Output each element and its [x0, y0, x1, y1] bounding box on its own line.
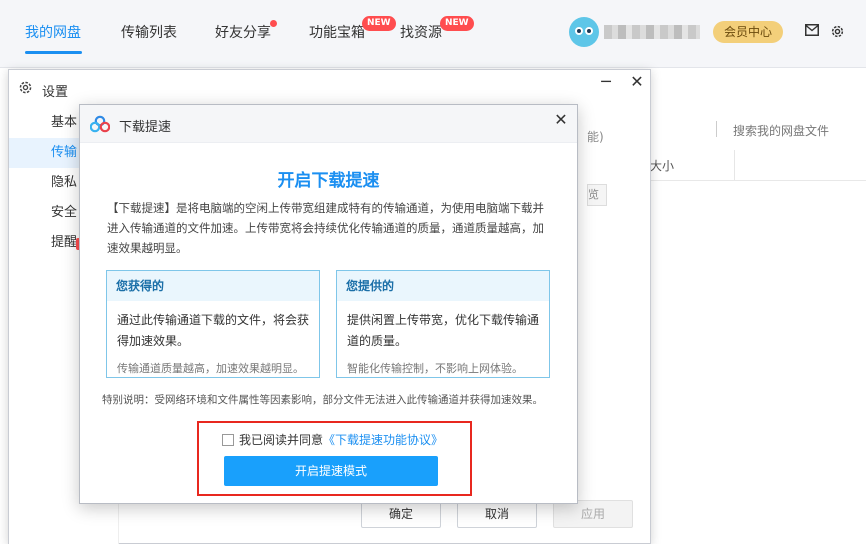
minimize-button[interactable]: ─ — [594, 72, 618, 92]
apply-button[interactable]: 应用 — [553, 500, 633, 528]
settings-icon[interactable] — [829, 24, 845, 40]
download-accelerate-dialog: 下载提速 ✕ 开启下载提速 【下载提速】是将电脑端的空闲上传带宽组建成特有的传输… — [79, 104, 578, 504]
dialog-header: 下载提速 ✕ — [80, 105, 577, 143]
agree-label: 我已阅读并同意 — [239, 433, 324, 447]
avatar[interactable] — [569, 17, 599, 47]
card-body: 提供闲置上传带宽，优化下载传输通道的质量。 — [347, 313, 540, 348]
tab-friend-share[interactable]: 好友分享 — [215, 22, 271, 42]
close-button[interactable]: ✕ — [625, 72, 649, 92]
settings-title: 设置 — [42, 85, 69, 100]
contribution-card: 您提供的 提供闲置上传带宽，优化下载传输通道的质量。 智能化传输控制，不影响上网… — [336, 270, 550, 378]
tab-find-resources[interactable]: 找资源 — [400, 22, 442, 42]
settings-header: 设置 ─ ✕ — [9, 70, 650, 106]
close-icon[interactable]: ✕ — [550, 109, 572, 131]
gear-icon — [18, 80, 34, 96]
username-blurred — [604, 25, 700, 39]
notification-dot — [270, 20, 277, 27]
search-input[interactable]: 搜索我的网盘文件 — [733, 122, 829, 139]
dialog-heading: 开启下载提速 — [277, 171, 380, 191]
card-note: 传输通道质量越高，加速效果越明显。 — [117, 362, 304, 375]
agree-checkbox[interactable] — [222, 433, 234, 446]
card-title: 您获得的 — [107, 271, 319, 301]
divider — [650, 180, 866, 181]
top-navigation-bar: 我的网盘 传输列表 好友分享 功能宝箱 NEW 找资源 NEW 会员中心 — [0, 0, 866, 68]
divider — [716, 121, 717, 137]
partial-option-text: 能) — [587, 130, 604, 144]
tab-my-drive[interactable]: 我的网盘 — [25, 22, 81, 42]
tab-feature-box[interactable]: 功能宝箱 — [309, 22, 365, 42]
ok-button[interactable]: 确定 — [361, 500, 441, 528]
dialog-title: 下载提速 — [119, 120, 172, 135]
divider — [734, 150, 735, 180]
vip-center-button[interactable]: 会员中心 — [713, 21, 783, 43]
cancel-button[interactable]: 取消 — [457, 500, 537, 528]
card-note: 智能化传输控制，不影响上网体验。 — [347, 362, 523, 375]
card-title: 您提供的 — [337, 271, 549, 301]
tab-transfer-list[interactable]: 传输列表 — [121, 22, 177, 42]
card-body: 通过此传输通道下载的文件，将会获得加速效果。 — [117, 313, 310, 348]
size-column-header[interactable]: 大小 — [650, 157, 674, 174]
agreement-link[interactable]: 《下载提速功能协议》 — [323, 433, 443, 447]
enable-accelerate-button[interactable]: 开启提速模式 — [224, 456, 438, 486]
new-badge: NEW — [440, 16, 474, 31]
new-badge: NEW — [362, 16, 396, 31]
active-tab-underline — [25, 51, 82, 54]
mail-icon[interactable] — [804, 24, 820, 40]
benefit-card: 您获得的 通过此传输通道下载的文件，将会获得加速效果。 传输通道质量越高，加速效… — [106, 270, 320, 378]
special-note: 特别说明：受网络环境和文件属性等因素影响，部分文件无法进入此传输通道并获得加速效… — [102, 394, 543, 406]
agreement-row: 我已阅读并同意《下载提速功能协议》 — [222, 431, 443, 447]
cloud-logo-icon — [89, 115, 111, 133]
browse-button[interactable]: 览 — [587, 184, 607, 206]
feature-description: 【下载提速】是将电脑端的空闲上传带宽组建成特有的传输通道，为使用电脑端下载并进入… — [107, 201, 544, 255]
